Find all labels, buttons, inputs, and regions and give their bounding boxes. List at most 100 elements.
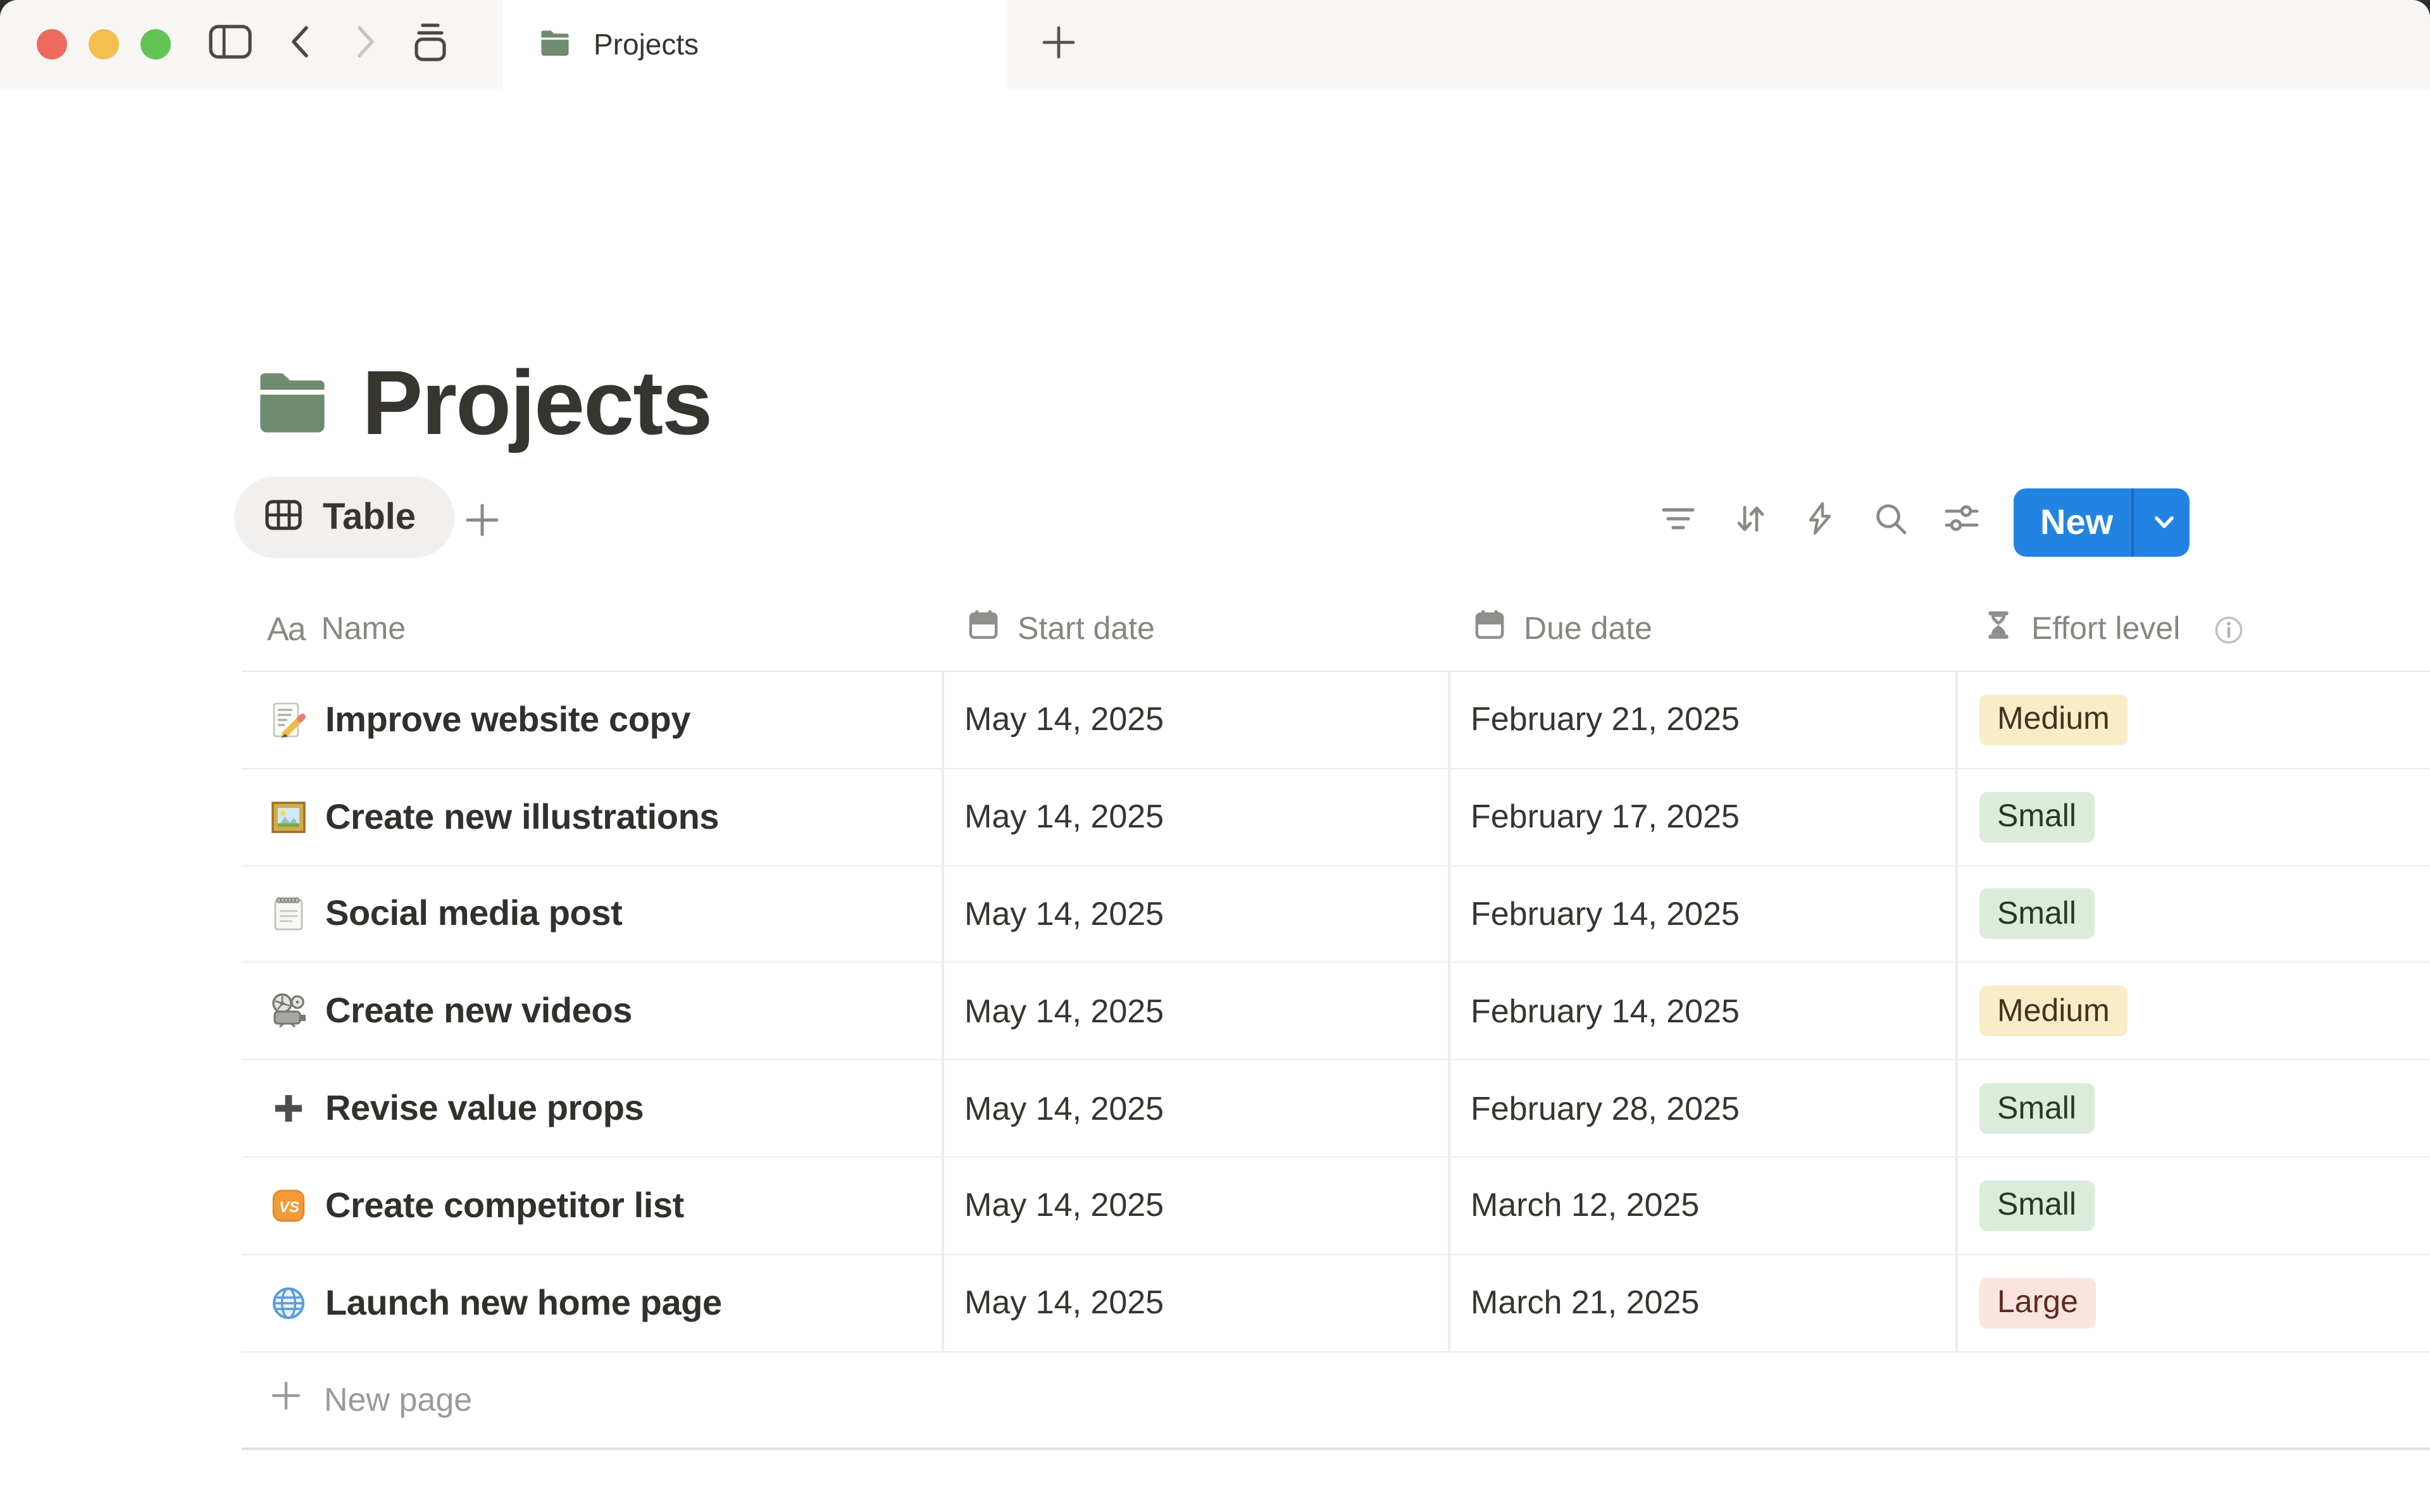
column-label: Name (321, 611, 406, 648)
globe-emoji-icon (270, 1284, 308, 1322)
cell-effort-level[interactable]: Small (1955, 889, 2430, 939)
page-content: Projects Table (0, 89, 2430, 1512)
forward-button[interactable] (347, 0, 385, 89)
column-header-start-date[interactable]: Start date (942, 607, 1448, 652)
stacked-tabs-icon (408, 18, 453, 70)
cell-effort-level[interactable]: Medium (1955, 986, 2430, 1037)
view-tab-label: Table (323, 497, 416, 538)
view-options-button[interactable] (1943, 500, 1981, 538)
database-table: Aa Name Start date Effort level Due date (242, 588, 2430, 1449)
table-view-icon (265, 498, 302, 537)
chevron-right-icon (352, 22, 380, 66)
column-divider[interactable] (942, 672, 944, 1352)
table-row[interactable]: Revise value props May 14, 2025 February… (242, 1060, 2430, 1158)
cell-due-date[interactable]: February 28, 2025 (1448, 1089, 1955, 1128)
new-page-label: New page (324, 1380, 472, 1419)
close-button[interactable] (37, 29, 67, 59)
effort-badge: Small (1979, 1180, 2094, 1231)
vs-emoji-icon: VS (270, 1187, 308, 1225)
tab-overview-button[interactable] (405, 0, 456, 89)
page-name: Improve website copy (325, 700, 690, 740)
cell-start-date[interactable]: May 14, 2025 (942, 992, 1448, 1031)
cell-name[interactable]: Social media post (242, 894, 942, 934)
cell-due-date[interactable]: February 14, 2025 (1448, 992, 1955, 1031)
cell-due-date[interactable]: March 12, 2025 (1448, 1186, 1955, 1225)
new-button-label: New (2040, 488, 2113, 557)
effort-badge: Large (1979, 1277, 2096, 1328)
table-row[interactable]: Social media post May 14, 2025 February … (242, 866, 2430, 964)
svg-text:VS: VS (279, 1199, 299, 1216)
minimize-button[interactable] (89, 29, 119, 59)
text-property-icon: Aa (267, 610, 305, 649)
sort-button[interactable] (1731, 500, 1769, 538)
cell-name[interactable]: Improve website copy (242, 700, 942, 740)
automations-button[interactable] (1801, 500, 1839, 538)
cell-name[interactable]: Revise value props (242, 1088, 942, 1129)
new-page-row[interactable]: New page (242, 1352, 2430, 1449)
picture-emoji-icon (270, 798, 308, 836)
cell-name[interactable]: Create new videos (242, 991, 942, 1032)
page-title[interactable]: Projects (362, 349, 711, 458)
info-icon[interactable] (2210, 612, 2246, 647)
new-dropdown-button[interactable] (2139, 488, 2190, 557)
memo-icon (270, 701, 308, 739)
filter-button[interactable] (1659, 500, 1697, 538)
cell-due-date[interactable]: February 21, 2025 (1448, 700, 1955, 740)
cell-start-date[interactable]: May 14, 2025 (942, 895, 1448, 934)
cell-name[interactable]: Launch new home page (242, 1282, 942, 1323)
column-label: Start date (1018, 611, 1155, 648)
cell-start-date[interactable]: May 14, 2025 (942, 1283, 1448, 1322)
cell-effort-level[interactable]: Small (1955, 791, 2430, 842)
new-tab-button[interactable] (1025, 22, 1091, 70)
cell-name[interactable]: VS Create competitor list (242, 1186, 942, 1226)
table-row[interactable]: Create new videos May 14, 2025 February … (242, 964, 2430, 1061)
page-name: Revise value props (325, 1088, 644, 1129)
memo-emoji-icon (270, 701, 308, 739)
new-button[interactable]: New (2014, 488, 2190, 557)
cell-start-date[interactable]: May 14, 2025 (942, 797, 1448, 836)
search-icon (1872, 521, 1910, 543)
plus-emoji-icon (270, 1089, 308, 1127)
cell-due-date[interactable]: March 21, 2025 (1448, 1283, 1955, 1322)
toggle-sidebar-button[interactable] (202, 0, 258, 89)
search-button[interactable] (1872, 500, 1910, 538)
folder-icon (539, 28, 571, 63)
add-view-button[interactable] (463, 501, 501, 539)
spiral-notepad-icon (270, 895, 308, 933)
cell-start-date[interactable]: May 14, 2025 (942, 700, 1448, 740)
cell-effort-level[interactable]: Medium (1955, 695, 2430, 745)
plus-icon (270, 1379, 302, 1420)
chevron-down-icon (2153, 514, 2176, 531)
column-divider[interactable] (1448, 672, 1450, 1352)
table-body: Improve website copy May 14, 2025 Februa… (242, 672, 2430, 1352)
column-header-effort-level[interactable]: Effort level (1955, 607, 2430, 652)
effort-badge: Medium (1979, 695, 2128, 745)
column-label: Due date (1524, 611, 1652, 648)
column-header-name[interactable]: Aa Name (242, 610, 942, 649)
effort-badge: Small (1979, 889, 2094, 939)
cell-start-date[interactable]: May 14, 2025 (942, 1089, 1448, 1128)
cell-due-date[interactable]: February 14, 2025 (1448, 895, 1955, 934)
page-name: Launch new home page (325, 1282, 722, 1323)
column-header-due-date[interactable]: Effort level Due date (1448, 607, 1955, 652)
column-divider[interactable] (1955, 672, 1957, 1352)
lightning-icon (1801, 521, 1839, 543)
table-row[interactable]: Launch new home page May 14, 2025 March … (242, 1255, 2430, 1353)
notion-window: Projects Projects Table (0, 0, 2430, 1512)
globe-icon (270, 1284, 308, 1322)
cell-start-date[interactable]: May 14, 2025 (942, 1186, 1448, 1225)
back-button[interactable] (281, 0, 319, 89)
table-row[interactable]: VS Create competitor list May 14, 2025 M… (242, 1158, 2430, 1255)
view-tab-table[interactable]: Table (234, 477, 454, 558)
table-row[interactable]: Improve website copy May 14, 2025 Februa… (242, 672, 2430, 769)
page-folder-icon[interactable] (256, 366, 329, 441)
cell-due-date[interactable]: February 17, 2025 (1448, 797, 1955, 836)
calendar-icon (966, 607, 1001, 652)
table-row[interactable]: Create new illustrations May 14, 2025 Fe… (242, 769, 2430, 867)
cell-effort-level[interactable]: Small (1955, 1083, 2430, 1134)
zoom-button[interactable] (140, 29, 171, 59)
tab-projects[interactable]: Projects (502, 0, 1007, 90)
cell-effort-level[interactable]: Large (1955, 1277, 2430, 1328)
cell-effort-level[interactable]: Small (1955, 1180, 2430, 1231)
cell-name[interactable]: Create new illustrations (242, 796, 942, 837)
